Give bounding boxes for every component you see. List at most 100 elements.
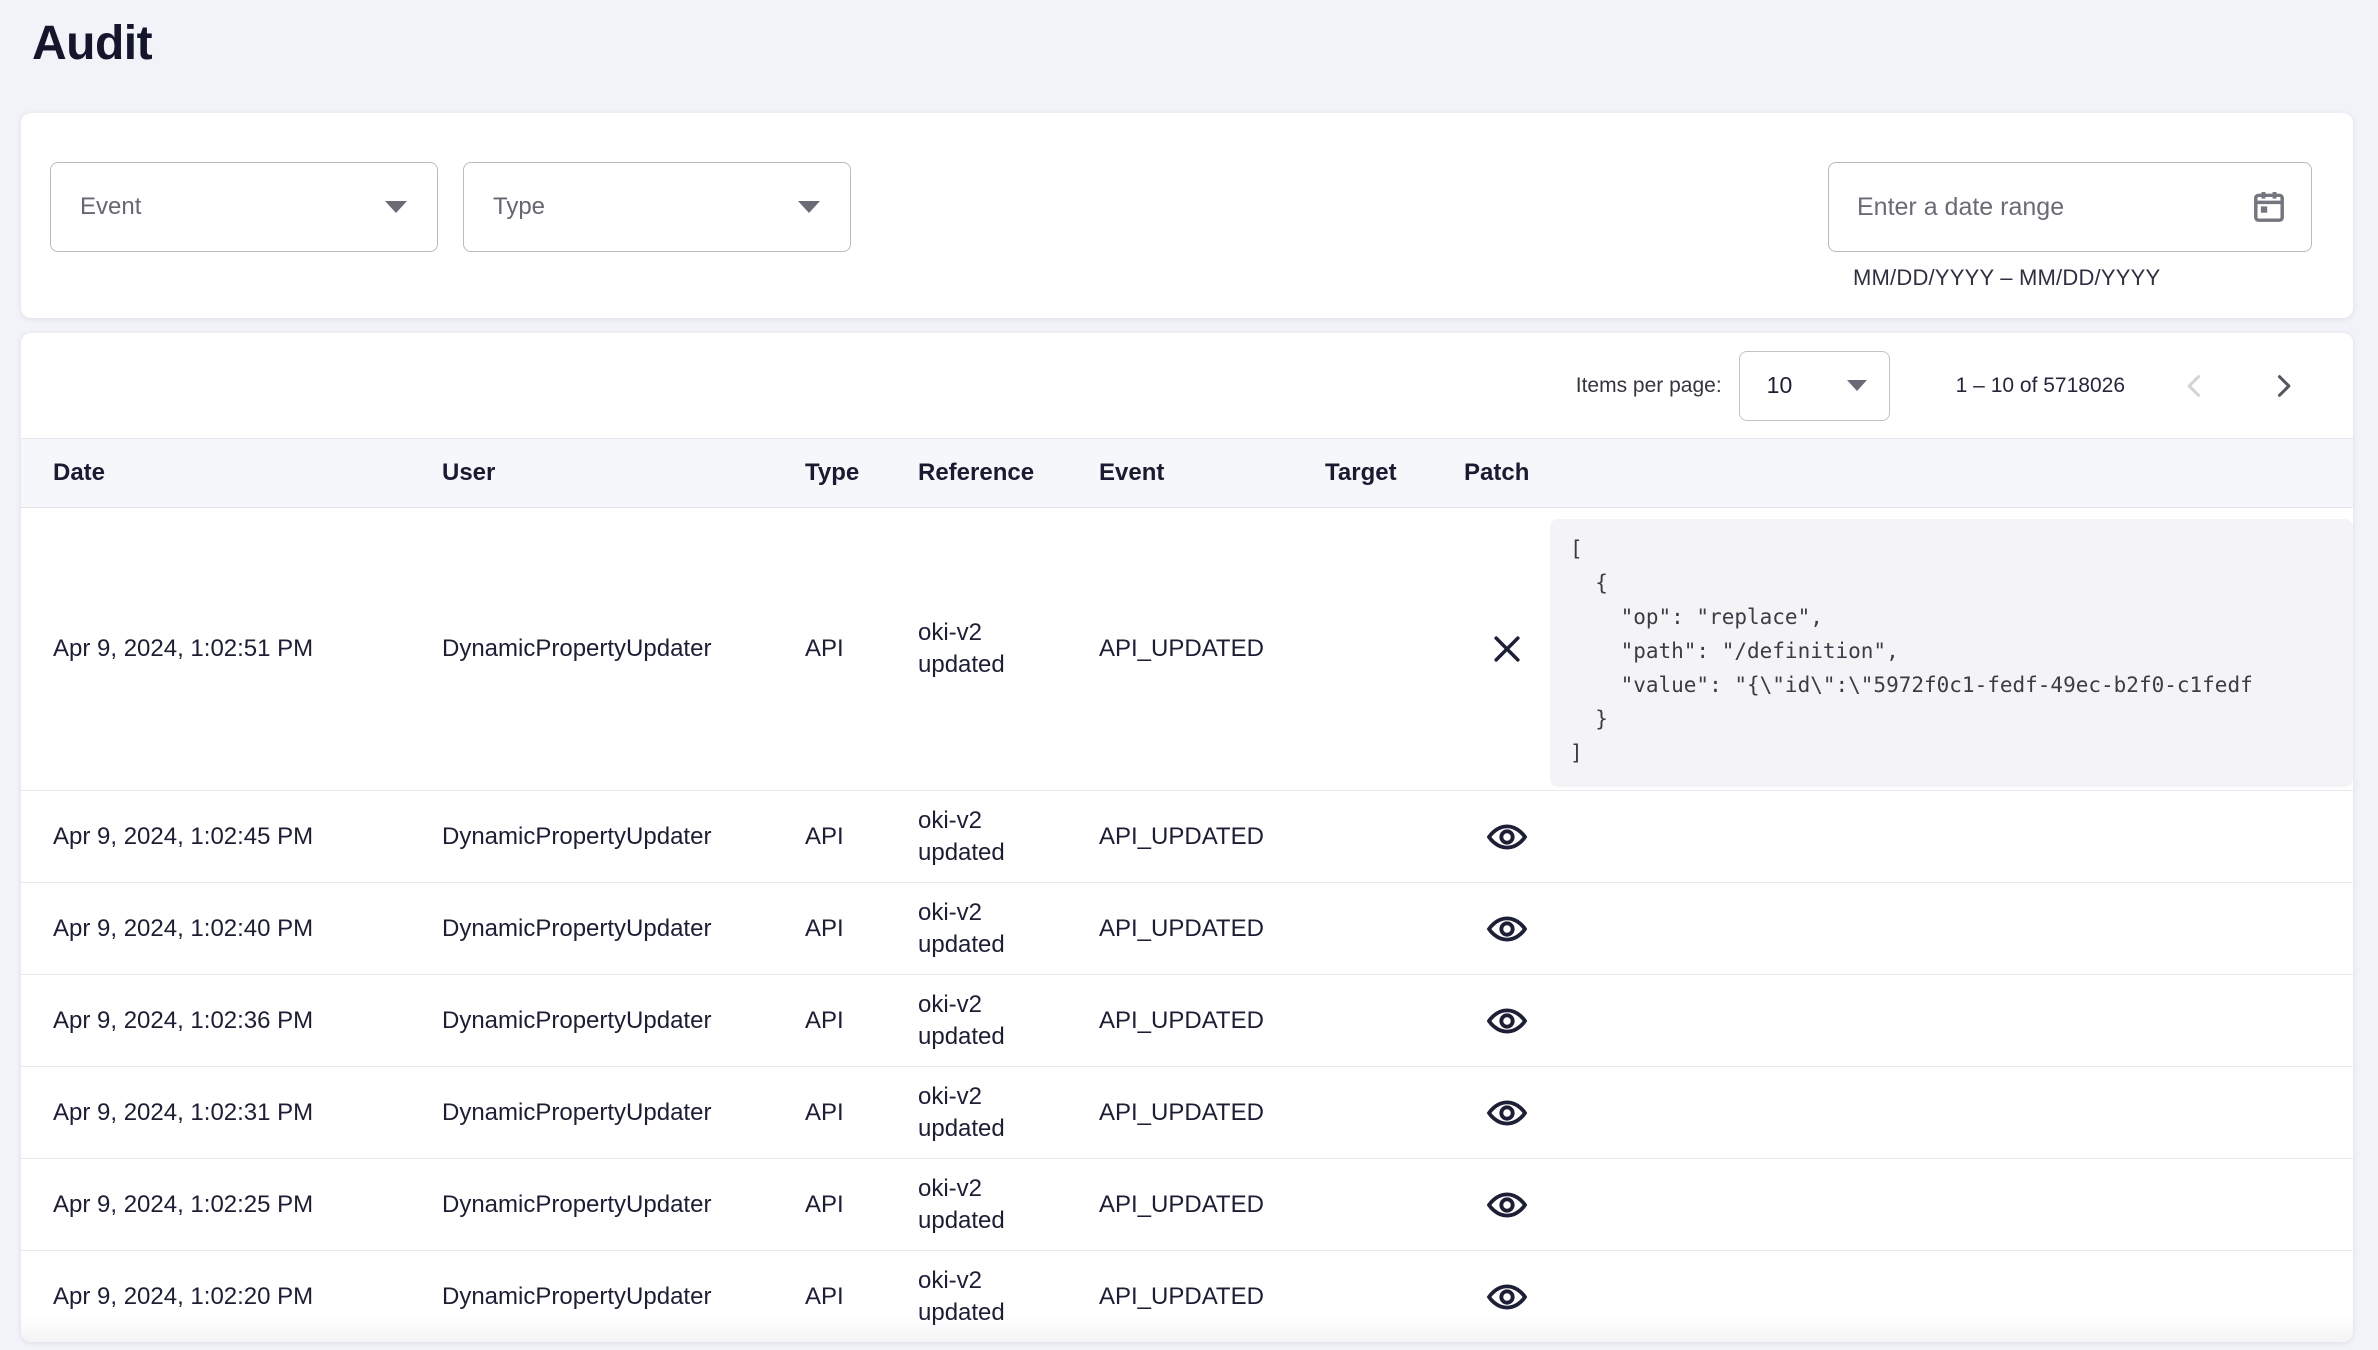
cell-patch <box>1464 997 1550 1045</box>
cell-reference: oki-v2 updated <box>918 1173 1099 1237</box>
view-patch-button[interactable] <box>1483 1273 1531 1321</box>
cell-date: Apr 9, 2024, 1:02:45 PM <box>53 823 442 851</box>
cell-type: API <box>805 1099 918 1127</box>
chevron-right-icon <box>2269 372 2297 400</box>
type-filter-select[interactable]: Type <box>463 162 851 252</box>
cell-patch <box>1464 1181 1550 1229</box>
view-patch-button[interactable] <box>1483 905 1531 953</box>
code-line: ] <box>1570 736 2353 770</box>
code-line: { <box>1570 566 2353 600</box>
date-range-input[interactable]: Enter a date range <box>1828 162 2312 252</box>
code-line: [ <box>1570 532 2353 566</box>
cell-date: Apr 9, 2024, 1:02:40 PM <box>53 915 442 943</box>
view-patch-button[interactable] <box>1483 1089 1531 1137</box>
date-format-hint: MM/DD/YYYY – MM/DD/YYYY <box>1853 265 2160 291</box>
cell-reference: oki-v2 updated <box>918 1081 1099 1145</box>
cell-type: API <box>805 635 918 663</box>
eye-icon <box>1485 815 1529 859</box>
paginator: Items per page: 10 1 – 10 of 5718026 <box>21 333 2353 438</box>
column-header-target: Target <box>1325 459 1464 487</box>
items-per-page-select[interactable]: 10 <box>1739 351 1890 421</box>
type-filter-label: Type <box>493 193 545 221</box>
filters-panel: Event Type Enter a date range MM/DD/YYYY… <box>21 113 2353 318</box>
event-filter-select[interactable]: Event <box>50 162 438 252</box>
cell-date: Apr 9, 2024, 1:02:25 PM <box>53 1191 442 1219</box>
cell-reference: oki-v2 updated <box>918 805 1099 869</box>
cell-event: API_UPDATED <box>1099 1099 1325 1127</box>
table-row: Apr 9, 2024, 1:02:51 PM DynamicPropertyU… <box>21 508 2353 791</box>
chevron-down-icon <box>385 201 407 213</box>
cell-event: API_UPDATED <box>1099 635 1325 663</box>
items-per-page-value: 10 <box>1767 372 1793 399</box>
cell-user: DynamicPropertyUpdater <box>442 1007 805 1035</box>
cell-date: Apr 9, 2024, 1:02:51 PM <box>53 635 442 663</box>
table-row: Apr 9, 2024, 1:02:45 PM DynamicPropertyU… <box>21 791 2353 883</box>
view-patch-button[interactable] <box>1483 997 1531 1045</box>
column-header-type: Type <box>805 459 918 487</box>
column-header-event: Event <box>1099 459 1325 487</box>
page-range-label: 1 – 10 of 5718026 <box>1956 374 2125 398</box>
cell-date: Apr 9, 2024, 1:02:20 PM <box>53 1283 442 1311</box>
table-row: Apr 9, 2024, 1:02:20 PM DynamicPropertyU… <box>21 1251 2353 1342</box>
cell-patch <box>1464 813 1550 861</box>
table-row: Apr 9, 2024, 1:02:31 PM DynamicPropertyU… <box>21 1067 2353 1159</box>
page-title: Audit <box>32 16 152 71</box>
cell-user: DynamicPropertyUpdater <box>442 915 805 943</box>
calendar-icon[interactable] <box>2251 189 2287 225</box>
cell-user: DynamicPropertyUpdater <box>442 1099 805 1127</box>
eye-icon <box>1485 1183 1529 1227</box>
eye-icon <box>1485 907 1529 951</box>
table-row: Apr 9, 2024, 1:02:36 PM DynamicPropertyU… <box>21 975 2353 1067</box>
cell-reference: oki-v2 updated <box>918 989 1099 1053</box>
cell-event: API_UPDATED <box>1099 1191 1325 1219</box>
cell-reference: oki-v2 updated <box>918 617 1099 681</box>
eye-icon <box>1485 1091 1529 1135</box>
cell-patch <box>1464 1089 1550 1137</box>
cell-type: API <box>805 915 918 943</box>
date-range-placeholder: Enter a date range <box>1857 193 2064 222</box>
cell-reference: oki-v2 updated <box>918 1265 1099 1329</box>
items-per-page-label: Items per page: <box>1576 374 1722 398</box>
patch-json-preview: [ { "op": "replace", "path": "/definitio… <box>1550 519 2353 787</box>
cell-patch <box>1464 1273 1550 1321</box>
table-header: Date User Type Reference Event Target Pa… <box>21 438 2353 508</box>
eye-icon <box>1485 999 1529 1043</box>
code-line: } <box>1570 702 2353 736</box>
view-patch-button[interactable] <box>1483 813 1531 861</box>
cell-date: Apr 9, 2024, 1:02:36 PM <box>53 1007 442 1035</box>
cell-event: API_UPDATED <box>1099 823 1325 851</box>
cell-user: DynamicPropertyUpdater <box>442 635 805 663</box>
cell-event: API_UPDATED <box>1099 1283 1325 1311</box>
cell-reference: oki-v2 updated <box>918 897 1099 961</box>
next-page-button[interactable] <box>2261 364 2305 408</box>
event-filter-label: Event <box>80 193 141 221</box>
cell-patch <box>1464 905 1550 953</box>
table-row: Apr 9, 2024, 1:02:25 PM DynamicPropertyU… <box>21 1159 2353 1251</box>
close-icon <box>1487 629 1527 669</box>
audit-table-card: Items per page: 10 1 – 10 of 5718026 Dat… <box>21 333 2353 1342</box>
cell-patch-preview: [ { "op": "replace", "path": "/definitio… <box>1550 508 2353 790</box>
cell-type: API <box>805 1191 918 1219</box>
cell-user: DynamicPropertyUpdater <box>442 1283 805 1311</box>
cell-event: API_UPDATED <box>1099 1007 1325 1035</box>
close-patch-button[interactable] <box>1483 625 1531 673</box>
code-line: "op": "replace", <box>1570 600 2353 634</box>
chevron-down-icon <box>798 201 820 213</box>
code-line: "value": "{\"id\":\"5972f0c1-fedf-49ec-b… <box>1570 668 2353 702</box>
code-line: "path": "/definition", <box>1570 634 2353 668</box>
cell-user: DynamicPropertyUpdater <box>442 1191 805 1219</box>
previous-page-button[interactable] <box>2173 364 2217 408</box>
view-patch-button[interactable] <box>1483 1181 1531 1229</box>
cell-type: API <box>805 1007 918 1035</box>
cell-date: Apr 9, 2024, 1:02:31 PM <box>53 1099 442 1127</box>
chevron-down-icon <box>1847 380 1867 391</box>
column-header-patch: Patch <box>1464 459 1550 487</box>
table-row: Apr 9, 2024, 1:02:40 PM DynamicPropertyU… <box>21 883 2353 975</box>
eye-icon <box>1485 1275 1529 1319</box>
chevron-left-icon <box>2181 372 2209 400</box>
cell-user: DynamicPropertyUpdater <box>442 823 805 851</box>
cell-patch <box>1464 625 1550 673</box>
cell-type: API <box>805 1283 918 1311</box>
column-header-reference: Reference <box>918 459 1099 487</box>
cell-event: API_UPDATED <box>1099 915 1325 943</box>
